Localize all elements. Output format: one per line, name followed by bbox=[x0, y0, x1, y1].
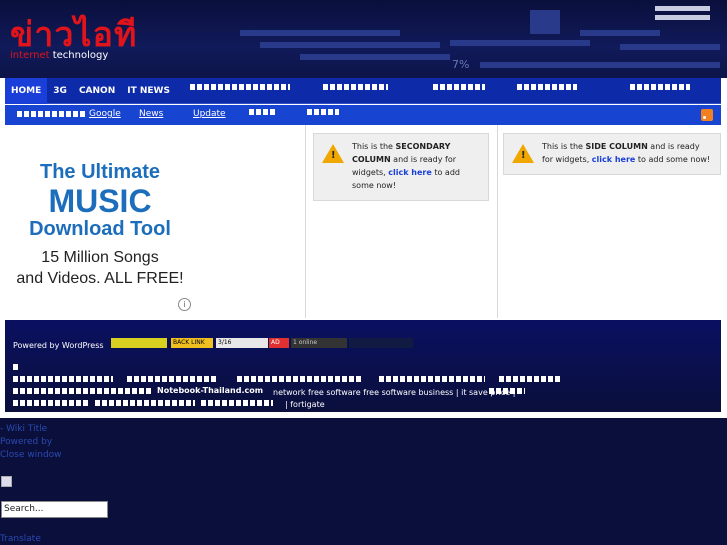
bottom-panel: - Wiki Title Powered by Close window Sea… bbox=[0, 418, 727, 545]
footer-thai-links[interactable] bbox=[13, 400, 89, 406]
stats-badge[interactable] bbox=[111, 338, 167, 348]
powered-by-link[interactable]: Powered by bbox=[0, 437, 52, 447]
add-widgets-link[interactable]: click here bbox=[388, 168, 432, 177]
subnav-item-news[interactable]: News bbox=[139, 109, 163, 119]
secondary-column-notice: ! This is the SECONDARY COLUMN and is re… bbox=[313, 133, 489, 201]
warning-icon: ! bbox=[512, 144, 534, 163]
nav-item-thai[interactable] bbox=[323, 84, 388, 90]
footer-thai-links[interactable] bbox=[127, 376, 217, 382]
header-decoration bbox=[300, 54, 450, 60]
side-column-notice: ! This is the SIDE COLUMN and is ready f… bbox=[503, 133, 721, 175]
search-input[interactable]: Search... bbox=[1, 501, 108, 518]
site-logo[interactable]: ข่าวไอที internet technology bbox=[10, 18, 137, 61]
nav-item-canon[interactable]: CANON bbox=[73, 78, 121, 104]
footer-thai-links[interactable] bbox=[489, 388, 525, 394]
online-counter-badge: 1 online bbox=[291, 338, 347, 348]
nav-item-thai[interactable] bbox=[190, 84, 290, 90]
footer-thai-links[interactable] bbox=[13, 388, 153, 394]
footer-thai-links[interactable] bbox=[201, 400, 273, 406]
sub-nav: Google News Update bbox=[5, 105, 721, 125]
main-nav: HOME 3G CANON IT NEWS bbox=[5, 77, 721, 104]
close-window-link[interactable]: Close window bbox=[0, 450, 62, 460]
footer-thai-links[interactable] bbox=[237, 376, 361, 382]
add-widgets-link[interactable]: click here bbox=[592, 155, 636, 164]
music-ad-banner[interactable]: The Ultimate MUSIC Download Tool 15 Mill… bbox=[5, 135, 195, 315]
column-divider bbox=[497, 125, 498, 318]
header-decoration bbox=[450, 40, 590, 46]
site-footer: Powered by WordPress BACK LINK 3/16 AD 1… bbox=[5, 320, 721, 412]
nav-item-thai[interactable] bbox=[630, 84, 690, 90]
powered-by-wordpress[interactable]: Powered by WordPress bbox=[13, 341, 104, 350]
header-decoration bbox=[620, 44, 720, 50]
header-decoration bbox=[260, 42, 440, 48]
translate-link[interactable]: Translate bbox=[0, 534, 41, 544]
nav-item-thai[interactable] bbox=[433, 84, 485, 90]
nav-item-home[interactable]: HOME bbox=[5, 77, 48, 104]
header-percent-text: 7% bbox=[452, 58, 470, 71]
footer-keywords[interactable]: network free software free software busi… bbox=[273, 388, 515, 397]
ad-badge[interactable]: AD bbox=[269, 338, 289, 348]
nav-item-it-news[interactable]: IT NEWS bbox=[121, 78, 176, 104]
subnav-item-google[interactable]: Google bbox=[89, 109, 121, 119]
footer-thai-links[interactable] bbox=[379, 376, 485, 382]
footer-thai-links[interactable] bbox=[13, 364, 19, 370]
rss-icon[interactable] bbox=[701, 109, 713, 121]
ad-headline: The Ultimate bbox=[39, 161, 161, 183]
ad-info-icon[interactable]: i bbox=[178, 298, 191, 311]
ad-headline-tool: Download Tool bbox=[29, 218, 171, 240]
footer-thai-links[interactable] bbox=[499, 376, 561, 382]
header-decoration bbox=[580, 30, 660, 36]
nav-item-thai[interactable] bbox=[517, 84, 577, 90]
logo-thai-text: ข่าวไอที bbox=[10, 15, 138, 55]
backlink-badge[interactable]: BACK LINK bbox=[171, 338, 213, 348]
footer-banner[interactable] bbox=[349, 338, 413, 348]
subnav-item-thai[interactable] bbox=[307, 109, 339, 115]
subnav-item-thai[interactable] bbox=[17, 111, 87, 117]
footer-thai-links[interactable] bbox=[13, 376, 113, 382]
visitor-counter-badge: 3/16 bbox=[216, 338, 268, 348]
header-decoration bbox=[240, 30, 400, 36]
content-area: The Ultimate MUSIC Download Tool 15 Mill… bbox=[5, 125, 721, 318]
wiki-title-link[interactable]: - Wiki Title bbox=[0, 424, 47, 434]
header-decoration bbox=[655, 6, 710, 11]
warning-icon: ! bbox=[322, 144, 344, 163]
fortigate-link[interactable]: | fortigate bbox=[285, 400, 325, 409]
ad-subtext: 15 Million Songs and Videos. ALL FREE! bbox=[16, 249, 184, 287]
header-decoration bbox=[655, 15, 710, 20]
column-divider bbox=[305, 125, 306, 318]
ad-headline-music: MUSIC bbox=[48, 183, 152, 219]
subnav-item-thai[interactable] bbox=[249, 109, 277, 115]
notebook-thailand-link[interactable]: Notebook-Thailand.com bbox=[157, 386, 263, 395]
header-decoration bbox=[480, 62, 720, 68]
header-decoration bbox=[530, 10, 560, 34]
footer-thai-links[interactable] bbox=[95, 400, 195, 406]
site-header: ข่าวไอที internet technology 7% bbox=[0, 0, 727, 78]
image-icon[interactable] bbox=[1, 476, 12, 487]
subnav-item-update[interactable]: Update bbox=[193, 109, 226, 119]
nav-item-3g[interactable]: 3G bbox=[47, 78, 73, 104]
